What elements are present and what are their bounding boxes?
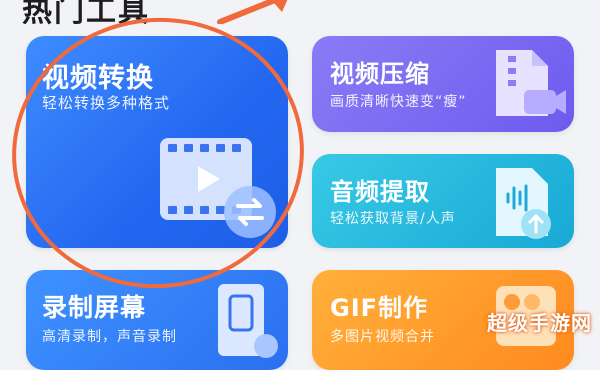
record-screen-title: 录制屏幕	[42, 293, 147, 322]
audio-extract-subtitle: 轻松获取背景/人声	[330, 211, 456, 227]
gif-make-subtitle: 多图片视频合并	[330, 329, 435, 345]
section-title: 热门工具	[22, 0, 150, 29]
video-compress-card[interactable]: 视频压缩 画质清晰快速变“瘦”	[312, 36, 574, 132]
audio-extract-card[interactable]: 音频提取 轻松获取背景/人声	[312, 154, 574, 248]
zip-file-icon	[496, 50, 566, 116]
watermark-logo: 超级手游网	[487, 311, 592, 335]
audio-extract-title: 音频提取	[330, 178, 430, 206]
audio-file-icon	[496, 168, 551, 239]
phone-record-icon	[218, 284, 278, 358]
video-convert-subtitle: 轻松转换多种格式	[42, 94, 171, 112]
annotation-arrow	[217, 0, 288, 24]
record-screen-card[interactable]: 录制屏幕 高清录制，声音录制	[26, 270, 288, 370]
video-convert-title: 视频转换	[42, 63, 154, 94]
gif-make-title: GIF制作	[330, 294, 429, 322]
video-compress-title: 视频压缩	[330, 60, 430, 88]
video-compress-subtitle: 画质清晰快速变“瘦”	[330, 94, 467, 110]
film-icon	[160, 138, 276, 238]
video-convert-card[interactable]: 视频转换 轻松转换多种格式	[26, 36, 288, 248]
record-screen-subtitle: 高清录制，声音录制	[42, 329, 177, 345]
